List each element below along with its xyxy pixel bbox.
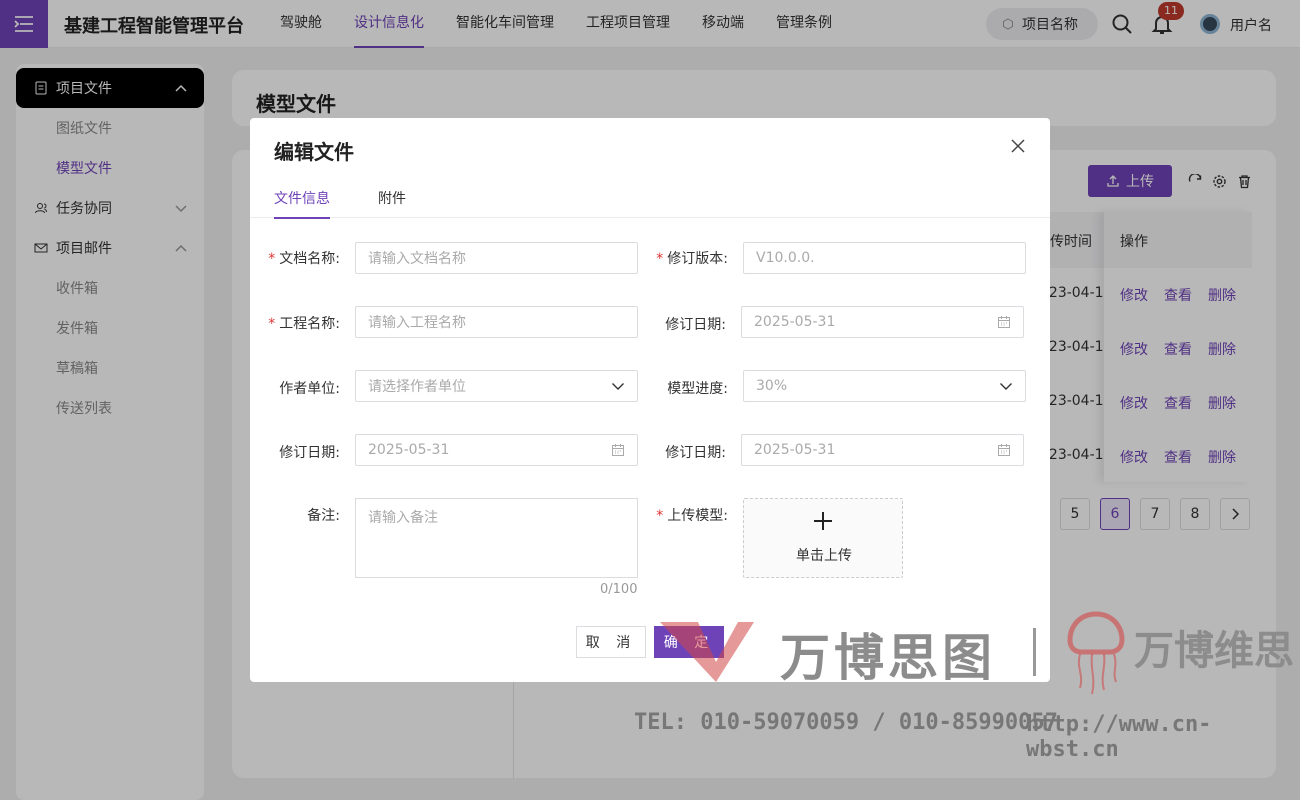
- revision-date-label: 修订日期:: [665, 445, 726, 461]
- calendar-icon: [612, 444, 624, 456]
- watermark-telephone: TEL: 010-59070059 / 010-85990057: [634, 710, 1058, 735]
- upload-hint: 单击上传: [796, 548, 852, 564]
- date-value: 2025-05-31: [368, 442, 450, 458]
- doc-name-input[interactable]: 请输入文档名称: [355, 242, 638, 274]
- upload-model-dropzone[interactable]: 单击上传: [743, 498, 903, 578]
- required-mark: *: [656, 251, 664, 267]
- project-name-input[interactable]: 请输入工程名称: [355, 306, 638, 338]
- revision-date-label: 修订日期:: [279, 445, 340, 461]
- required-mark: *: [268, 251, 276, 267]
- dialog-title: 编辑文件: [274, 140, 354, 164]
- date-value: 2025-05-31: [754, 314, 836, 330]
- select-placeholder: 请选择作者单位: [368, 379, 466, 395]
- revision-date-picker[interactable]: 2025-05-31: [741, 306, 1024, 338]
- char-counter: 0/100: [600, 582, 638, 597]
- project-name-label: * 工程名称:: [268, 316, 340, 332]
- model-progress-select[interactable]: 30%: [743, 370, 1026, 402]
- tab-attachments[interactable]: 附件: [378, 188, 406, 208]
- plus-icon: [814, 512, 832, 530]
- revision-date-picker[interactable]: 2025-05-31: [741, 434, 1024, 466]
- dialog-tabs: 文件信息 附件: [250, 180, 1050, 219]
- watermark-brand-1: 万博思图: [780, 629, 996, 687]
- revision-date-label: 修订日期:: [665, 317, 726, 333]
- author-unit-select[interactable]: 请选择作者单位: [355, 370, 638, 402]
- revision-label: * 修订版本:: [656, 251, 728, 267]
- cancel-button[interactable]: 取 消: [576, 626, 646, 658]
- remark-textarea[interactable]: 请输入备注: [355, 498, 638, 578]
- upload-model-label: * 上传模型:: [656, 508, 728, 524]
- required-mark: *: [656, 508, 664, 524]
- date-value: 2025-05-31: [754, 442, 836, 458]
- edit-file-dialog: 编辑文件 文件信息 附件 * 文档名称: 请输入文档名称 * 修订版本: V10.0…: [250, 118, 1050, 682]
- close-icon[interactable]: [1010, 138, 1026, 154]
- calendar-icon: [998, 444, 1010, 456]
- watermark-url: http://www.cn-wbst.cn: [1026, 712, 1212, 762]
- chevron-down-icon: [1000, 383, 1012, 390]
- calendar-icon: [998, 316, 1010, 328]
- revision-date-picker[interactable]: 2025-05-31: [355, 434, 638, 466]
- revision-input[interactable]: V10.0.0.: [743, 242, 1026, 274]
- author-unit-label: 作者单位:: [279, 381, 340, 397]
- doc-name-label: * 文档名称:: [268, 251, 340, 267]
- select-value: 30%: [756, 378, 788, 394]
- model-progress-label: 模型进度:: [667, 381, 728, 397]
- watermark-brand-2: 万博维思: [1134, 628, 1294, 674]
- required-mark: *: [268, 316, 276, 332]
- chevron-down-icon: [612, 383, 624, 390]
- tab-file-info[interactable]: 文件信息: [274, 188, 330, 219]
- watermark-divider: [1033, 628, 1036, 676]
- jellyfish-logo-icon: [1067, 611, 1125, 695]
- remark-label: 备注:: [307, 508, 340, 524]
